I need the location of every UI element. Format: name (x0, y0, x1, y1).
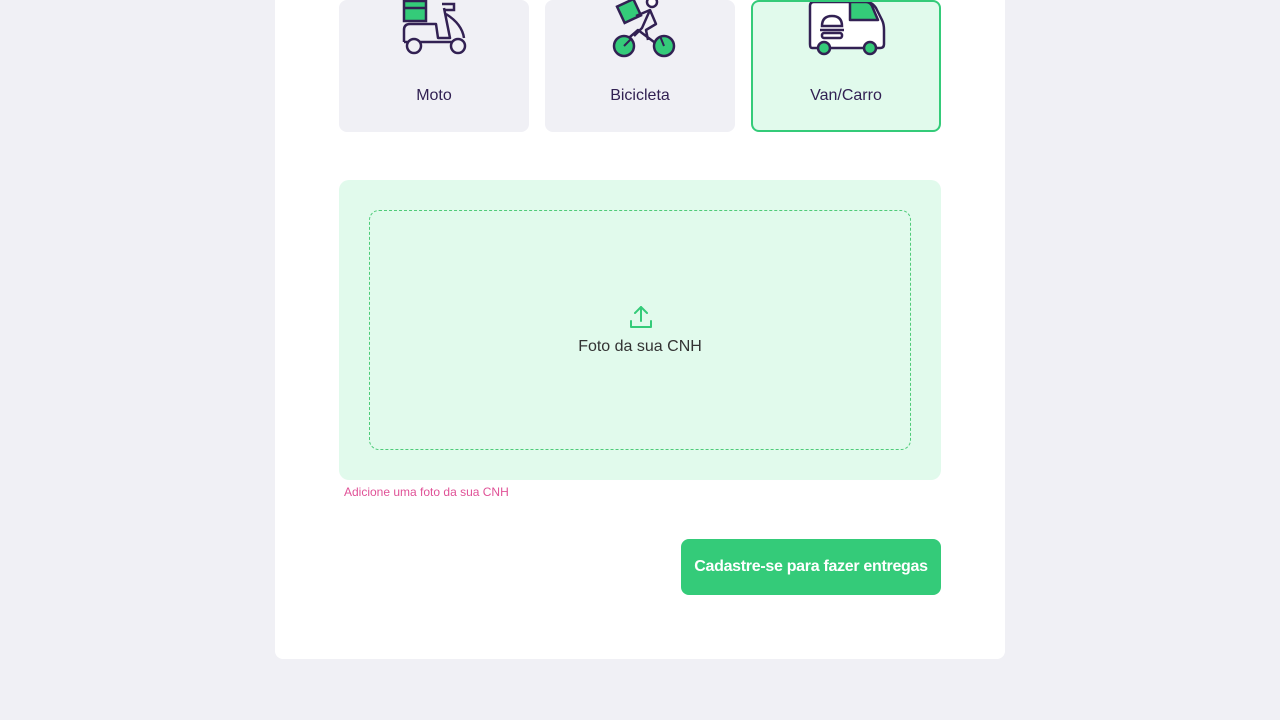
vehicle-option-bicycle[interactable]: Bicicleta (545, 0, 735, 132)
cnh-upload-area: Foto da sua CNH (339, 180, 941, 480)
vehicle-label: Bicicleta (610, 87, 670, 104)
dropzone-label: Foto da sua CNH (578, 338, 702, 355)
vehicle-option-moto[interactable]: Moto (339, 0, 529, 132)
bicycle-icon (598, 0, 682, 65)
upload-icon (629, 305, 653, 334)
vehicle-label: Van/Carro (810, 87, 882, 104)
scooter-icon (392, 0, 476, 65)
cnh-dropzone[interactable]: Foto da sua CNH (369, 210, 911, 450)
submit-button[interactable]: Cadastre-se para fazer entregas (681, 539, 941, 595)
vehicle-label: Moto (416, 87, 452, 104)
upload-error-message: Adicione uma foto da sua CNH (344, 485, 509, 499)
vehicle-option-van[interactable]: Van/Carro (751, 0, 941, 132)
van-icon (804, 0, 888, 67)
